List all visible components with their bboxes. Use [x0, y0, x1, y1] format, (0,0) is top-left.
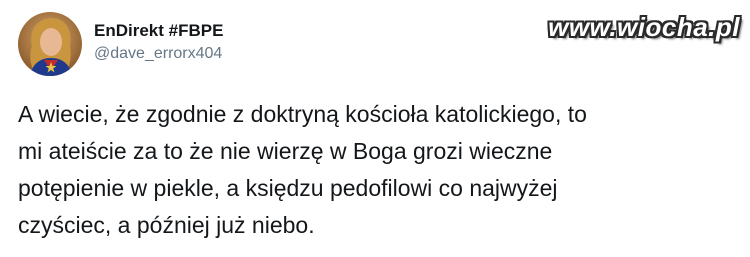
tweet-line: czyściec, a później już niebo. — [18, 212, 315, 238]
tweet-line: mi ateiście za to że nie wierzę w Boga g… — [18, 138, 553, 164]
profile-avatar-icon — [18, 12, 82, 76]
tweet-line: potępienie w piekle, a księdzu pedofilow… — [18, 175, 558, 201]
watermark: www.wiocha.pl — [548, 12, 740, 42]
author-display-name[interactable]: EnDirekt #FBPE — [94, 21, 223, 41]
tweet-card: EnDirekt #FBPE @dave_errorx404 www.wioch… — [0, 0, 750, 257]
tweet-line: A wiecie, że zgodnie z doktryną kościoła… — [18, 101, 587, 127]
author-handle[interactable]: @dave_errorx404 — [94, 45, 222, 63]
avatar[interactable] — [18, 12, 82, 76]
tweet-text: A wiecie, że zgodnie z doktryną kościoła… — [18, 96, 738, 244]
